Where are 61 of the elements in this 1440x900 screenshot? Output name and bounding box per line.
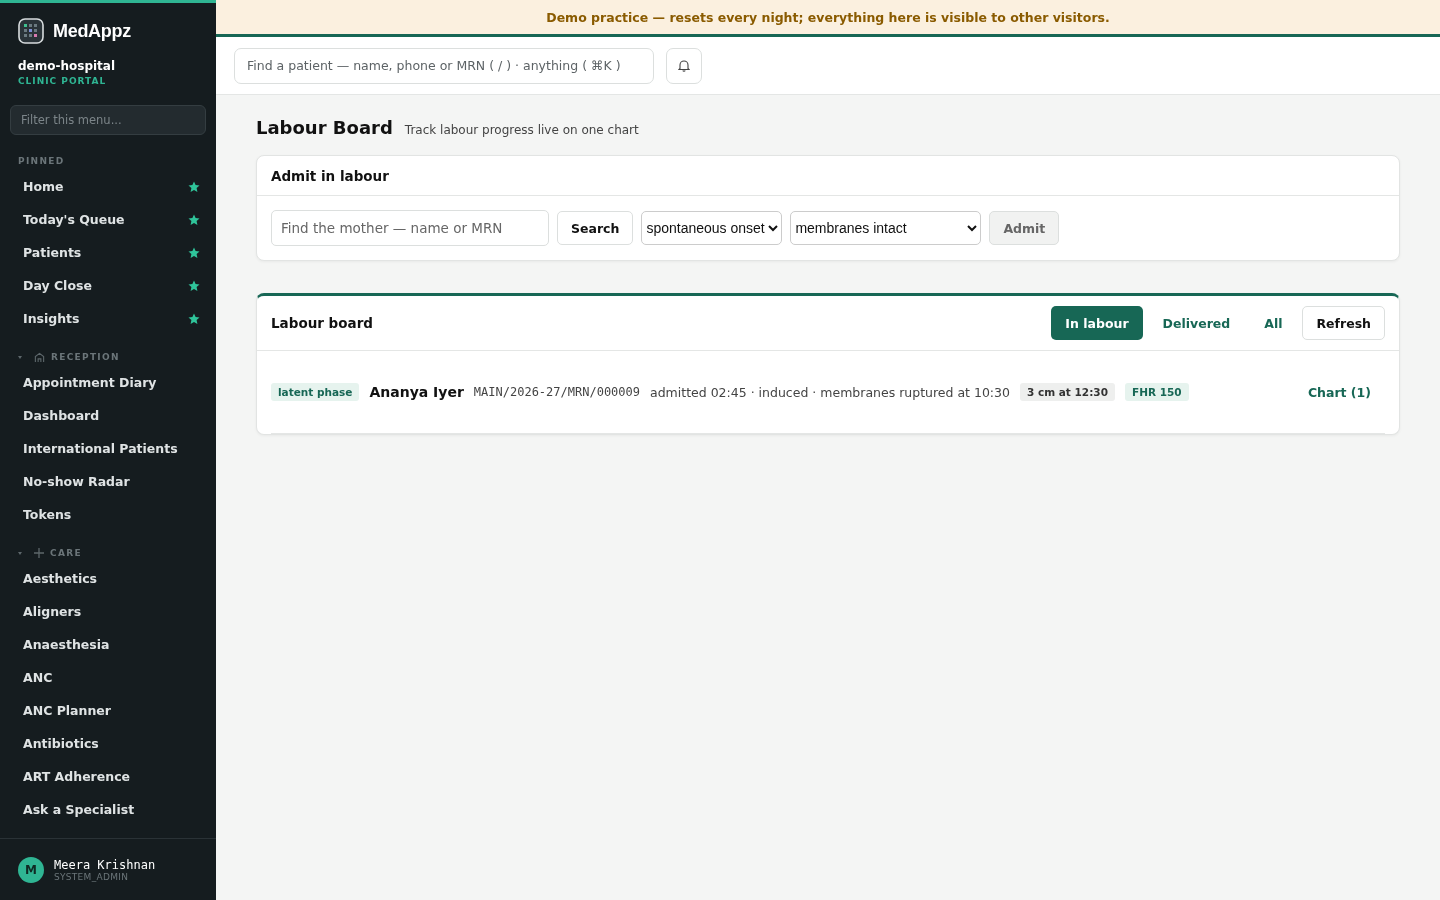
- bell-icon: [678, 59, 690, 72]
- sidebar-item[interactable]: Aesthetics: [0, 562, 216, 595]
- mother-search-field[interactable]: Find the mother — name or MRN: [271, 210, 549, 246]
- house-icon: [34, 351, 45, 363]
- portal-label: CLINIC PORTAL: [17, 75, 108, 86]
- logo-icon: [18, 18, 44, 44]
- star-icon[interactable]: [188, 213, 200, 226]
- sidebar-item[interactable]: Day Close: [0, 269, 216, 302]
- caret-icon[interactable]: [18, 551, 22, 555]
- filter-tab[interactable]: All: [1250, 306, 1297, 340]
- filter-tab[interactable]: Delivered: [1148, 306, 1245, 340]
- organization-name: demo-hospital: [17, 58, 117, 73]
- star-icon[interactable]: [188, 180, 200, 193]
- sidebar-item[interactable]: Today's Queue: [0, 203, 216, 236]
- patient-mrn: MAIN/2026-27/MRN/000009: [473, 385, 640, 399]
- notifications-button[interactable]: [666, 47, 702, 84]
- star-icon[interactable]: [188, 279, 200, 292]
- user-role: SYSTEM_ADMIN: [54, 871, 130, 882]
- star-icon[interactable]: [188, 312, 200, 325]
- card-title: Labour board: [271, 315, 373, 331]
- chart-link[interactable]: Chart (1): [1307, 384, 1371, 400]
- search-button[interactable]: Search: [557, 211, 634, 245]
- sidebar-item[interactable]: Ask a Specialist: [0, 793, 216, 826]
- sidebar-item[interactable]: Appointment Diary: [0, 366, 216, 399]
- card-title: Admit in labour: [271, 167, 389, 184]
- star-icon[interactable]: [188, 246, 200, 259]
- sidebar-item[interactable]: Antibiotics: [0, 727, 216, 760]
- sidebar-item[interactable]: ANC Planner: [0, 694, 216, 727]
- page-title: Labour Board: [256, 117, 393, 138]
- plus-icon: [34, 548, 44, 558]
- filter-tab[interactable]: In labour: [1051, 306, 1143, 340]
- sidebar-item[interactable]: Home: [0, 170, 216, 203]
- sidebar-item[interactable]: Patients: [0, 236, 216, 269]
- sidebar-item[interactable]: International Patients: [0, 432, 216, 465]
- banner-text: Demo practice — resets every night; everything here is visible to other visitors.: [546, 9, 1110, 25]
- section-heading: CARE: [50, 548, 82, 558]
- patient-search-field[interactable]: Find a patient — name, phone or MRN ( / ) · anything ( ⌘K ): [234, 47, 654, 84]
- membranes-select[interactable]: membranes intact: [790, 211, 982, 245]
- sidebar-item[interactable]: Insights: [0, 302, 216, 335]
- section-heading: PINNED: [18, 156, 65, 166]
- section-heading: RECEPTION: [51, 352, 120, 362]
- sidebar-item[interactable]: ART Adherence: [0, 760, 216, 793]
- phase-badge: latent phase: [271, 383, 360, 401]
- menu-filter-field[interactable]: Filter this menu...: [10, 105, 206, 135]
- page-subtitle: Track labour progress live on one chart: [404, 123, 639, 137]
- sidebar-item[interactable]: Tokens: [0, 498, 216, 531]
- sidebar-item[interactable]: No-show Radar: [0, 465, 216, 498]
- user-name: Meera Krishnan: [54, 857, 156, 872]
- sidebar-item[interactable]: Dashboard: [0, 399, 216, 432]
- fhr-badge: FHR 150: [1124, 383, 1189, 401]
- patient-name: Ananya Iyer: [369, 384, 464, 400]
- sidebar-item[interactable]: Anaesthesia: [0, 628, 216, 661]
- sidebar-item[interactable]: ANC: [0, 661, 216, 694]
- sidebar-item[interactable]: Aligners: [0, 595, 216, 628]
- app-name: MedAppz: [53, 20, 131, 42]
- onset-select[interactable]: spontaneous onset: [641, 211, 783, 245]
- labour-details: admitted 02:45 · induced · membranes ruptured at 10:30: [650, 384, 1010, 400]
- dilation-badge: 3 cm at 12:30: [1020, 383, 1115, 401]
- refresh-button[interactable]: Refresh: [1302, 306, 1385, 340]
- caret-icon[interactable]: [18, 355, 22, 359]
- user-avatar[interactable]: M: [18, 856, 44, 883]
